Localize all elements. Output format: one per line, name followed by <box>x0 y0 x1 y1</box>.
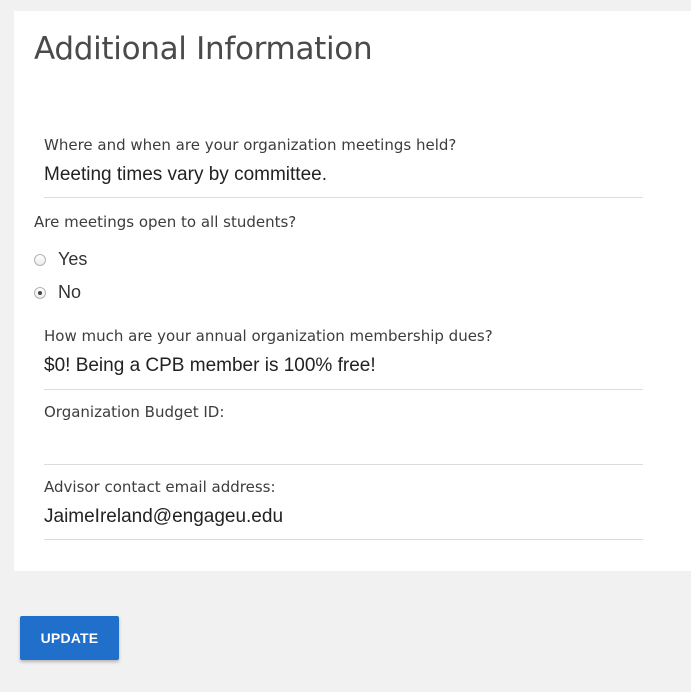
meetings-input[interactable]: Meeting times vary by committee. <box>44 164 643 186</box>
dues-input[interactable]: $0! Being a CPB member is 100% free! <box>44 355 643 377</box>
additional-information-card: Additional Information Where and when ar… <box>14 11 691 571</box>
budget-field-label: Organization Budget ID: <box>44 403 225 421</box>
dues-field[interactable]: How much are your annual organization me… <box>44 327 643 390</box>
advisor-email-field-label: Advisor contact email address: <box>44 478 276 496</box>
radio-no-label: No <box>58 282 82 302</box>
budget-field[interactable]: Organization Budget ID: <box>44 403 643 465</box>
radio-option-no[interactable]: No <box>34 282 81 303</box>
open-meetings-question: Are meetings open to all students? <box>34 213 297 231</box>
section-title: Additional Information <box>34 31 373 67</box>
advisor-email-input[interactable]: JaimeIreland@engageu.edu <box>44 506 643 528</box>
radio-option-yes[interactable]: Yes <box>34 249 87 270</box>
budget-id-input[interactable] <box>44 431 643 453</box>
advisor-email-field[interactable]: Advisor contact email address: JaimeIrel… <box>44 478 643 540</box>
meetings-field-label: Where and when are your organization mee… <box>44 136 457 154</box>
dues-field-label: How much are your annual organization me… <box>44 327 493 345</box>
radio-yes[interactable] <box>34 253 46 266</box>
radio-yes-label: Yes <box>58 249 88 269</box>
meetings-field[interactable]: Where and when are your organization mee… <box>44 136 643 198</box>
radio-no[interactable] <box>34 286 46 299</box>
update-button[interactable]: UPDATE <box>20 616 119 660</box>
